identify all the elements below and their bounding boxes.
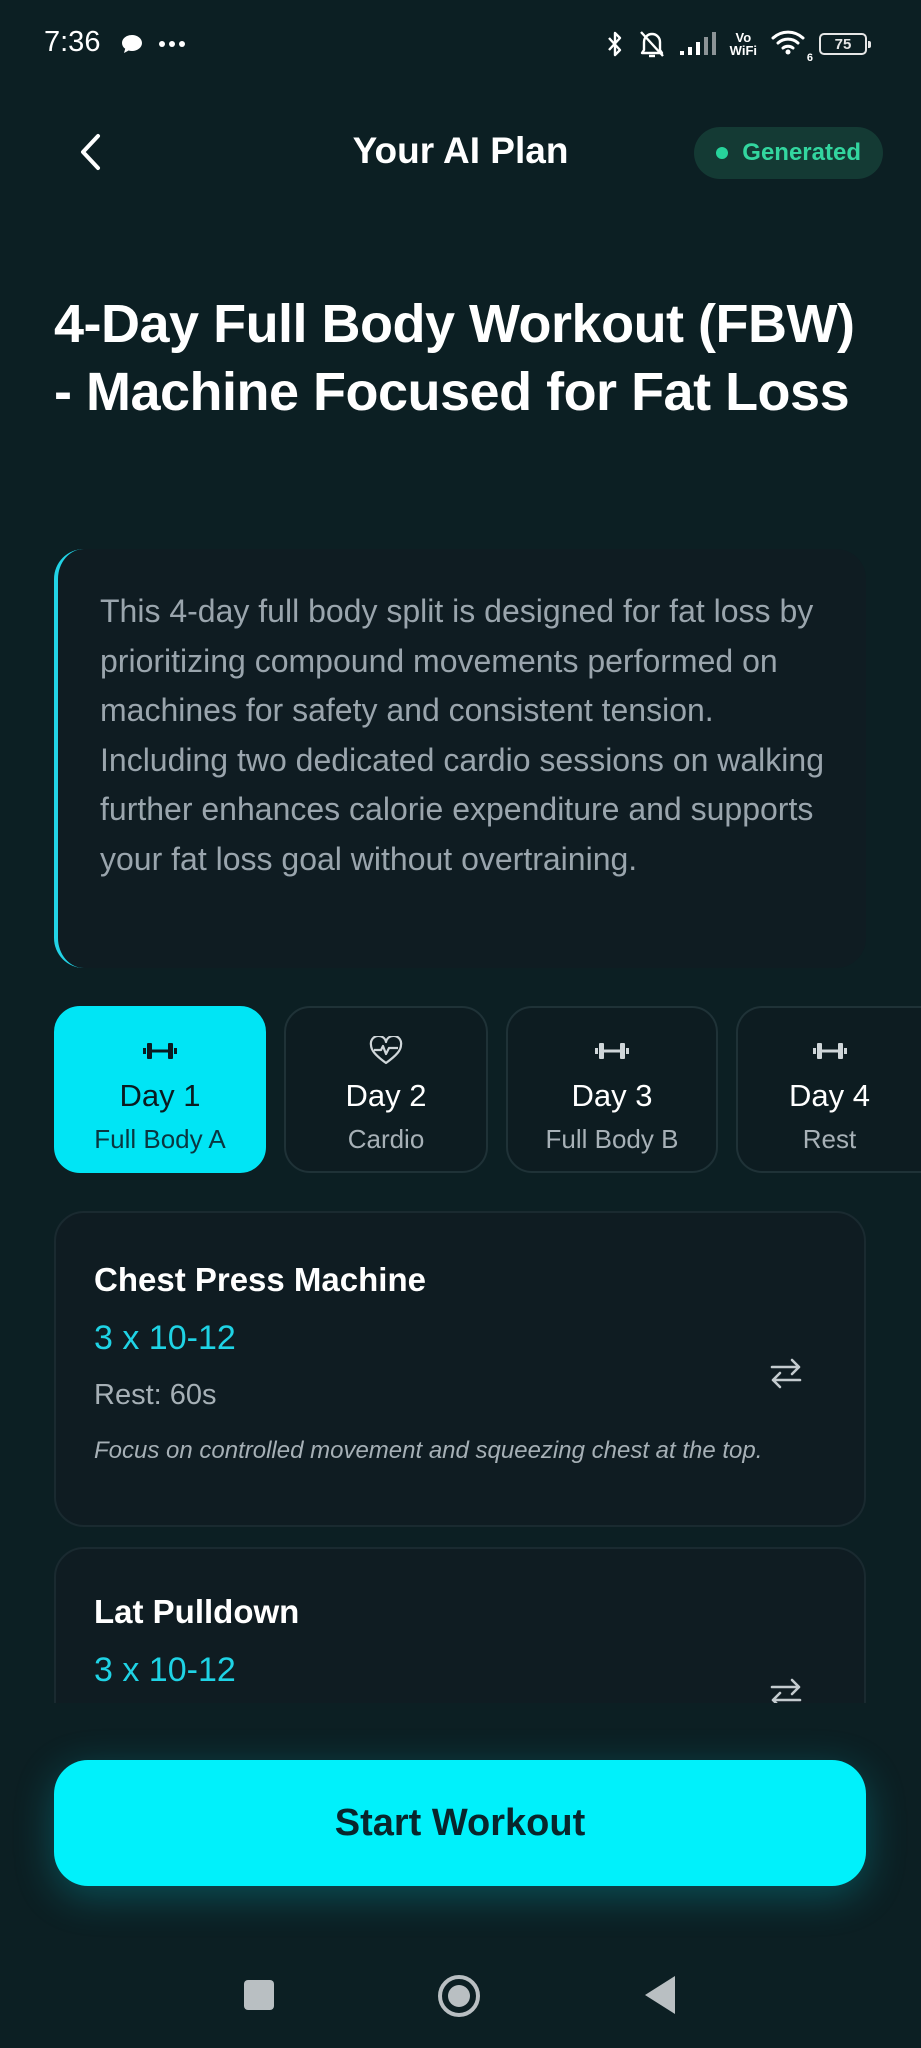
bell-muted-icon <box>639 31 664 58</box>
status-time: 7:36 <box>44 26 101 58</box>
day-tab-label: Day 3 <box>571 1078 653 1113</box>
plan-title: 4-Day Full Body Workout (FBW) - Machine … <box>54 294 855 422</box>
day-tab-3[interactable]: Day 3 Full Body B <box>506 1006 718 1173</box>
exercise-rest: Rest: 60s <box>94 1379 217 1411</box>
day-tab-subtitle: Cardio <box>347 1124 425 1154</box>
day-tab-1-icon <box>143 1036 177 1066</box>
exercise-sets: 3 x 10-12 <box>94 1319 236 1357</box>
day-tab-label: Day 2 <box>345 1078 427 1113</box>
bluetooth-icon <box>607 31 621 57</box>
swap-arrows-icon <box>770 1358 802 1389</box>
day-tab-subtitle: Rest <box>802 1124 857 1154</box>
dumbbell-icon <box>143 1043 177 1059</box>
start-workout-button[interactable]: Start Workout <box>54 1760 866 1886</box>
chat-bubble-icon <box>122 35 142 53</box>
plan-description: This 4-day full body split is designed f… <box>100 593 824 877</box>
day-tab-2-icon <box>369 1036 403 1066</box>
swap-arrows-icon <box>770 1678 802 1703</box>
plan-description-card: This 4-day full body split is designed f… <box>54 549 866 968</box>
status-left-icons <box>120 26 186 62</box>
day-tab-4-icon <box>812 1036 847 1066</box>
generated-badge: Generated <box>694 127 883 179</box>
wifi-generation: 6 <box>806 51 813 64</box>
day-tab-label: Day 1 <box>119 1078 201 1113</box>
vowifi-indicator: Vo WiFi <box>730 31 757 57</box>
day-tab-subtitle: Full Body A <box>94 1124 226 1154</box>
wifi-indicator: 6 <box>771 29 813 64</box>
signal-icon <box>679 32 716 55</box>
dumbbell-icon <box>595 1043 629 1059</box>
exercise-list[interactable]: Chest Press Machine 3 x 10-12 Rest: 60s … <box>0 1205 921 1703</box>
system-back-button[interactable] <box>645 1976 675 2014</box>
recent-apps-button[interactable] <box>244 1980 274 2010</box>
more-dots-icon <box>159 41 185 47</box>
status-dot <box>716 147 729 159</box>
day-tab-3-icon <box>595 1036 629 1066</box>
exercise-card[interactable]: Lat Pulldown 3 x 10-12 <box>54 1547 866 1703</box>
battery-indicator: 75 <box>819 33 871 55</box>
home-button-inner <box>448 1985 470 2007</box>
badge-label: Generated <box>742 139 861 166</box>
day-tab-subtitle: Full Body B <box>545 1124 679 1154</box>
battery-level: 75 <box>834 35 852 53</box>
exercise-name: Chest Press Machine <box>94 1261 426 1298</box>
exercise-card[interactable]: Chest Press Machine 3 x 10-12 Rest: 60s … <box>54 1211 866 1527</box>
heart-pulse-icon <box>369 1036 403 1065</box>
dumbbell-icon <box>812 1043 847 1059</box>
swap-exercise-button[interactable] <box>766 1673 806 1703</box>
day-tab-1[interactable]: Day 1 Full Body A <box>54 1006 266 1173</box>
day-tab-4[interactable]: Day 4 Rest <box>736 1006 921 1173</box>
day-tab-label: Day 4 <box>789 1078 870 1113</box>
exercise-sets: 3 x 10-12 <box>94 1651 236 1689</box>
status-right-icons: Vo WiFi 6 75 <box>606 24 871 64</box>
vowifi-bottom: WiFi <box>729 43 757 58</box>
exercise-name: Lat Pulldown <box>94 1593 300 1630</box>
day-tab-2[interactable]: Day 2 Cardio <box>284 1006 488 1173</box>
swap-exercise-button[interactable] <box>766 1353 806 1393</box>
wifi-icon <box>771 30 805 54</box>
home-button[interactable] <box>438 1975 480 2017</box>
exercise-note: Focus on controlled movement and squeezi… <box>94 1437 763 1464</box>
